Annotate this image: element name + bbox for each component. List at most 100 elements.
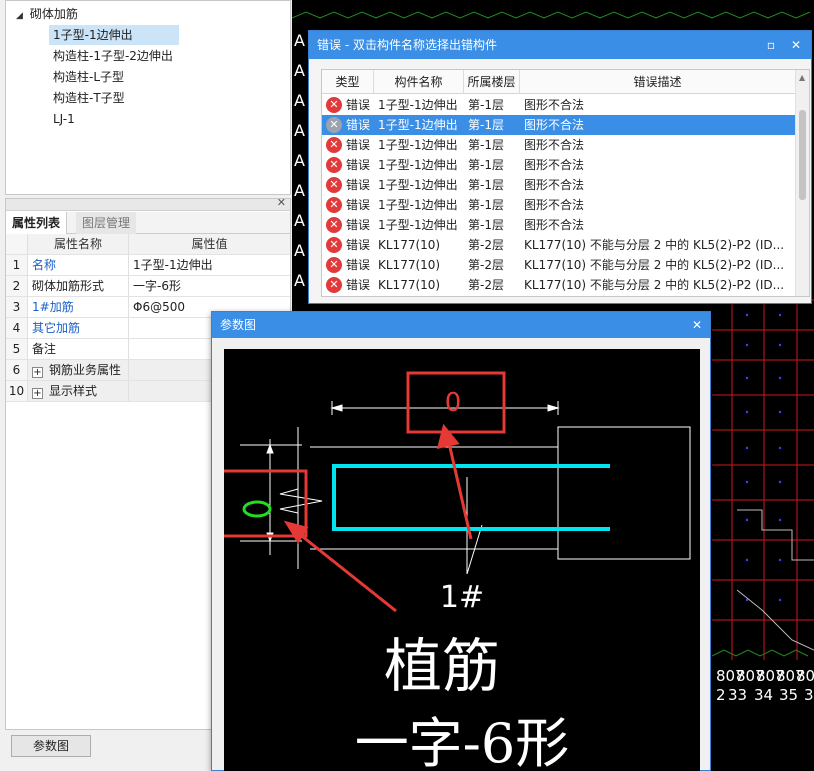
param-dialog-title: 参数图	[220, 318, 257, 332]
error-type: 错误	[346, 98, 371, 112]
property-row[interactable]: 2 砌体加筋形式 一字-6形	[6, 276, 290, 297]
column-header-value: 属性值	[191, 237, 228, 251]
property-row[interactable]: 1 名称 1子型-1边伸出	[6, 255, 290, 276]
expand-plus-icon[interactable]: +	[32, 367, 43, 378]
error-row[interactable]: ✕ 错误 KL177(10) 第-2层 KL177(10) 不能与分层 2 中的 KL5…	[322, 255, 795, 275]
tree-item-label: 构造柱-T子型	[53, 91, 125, 105]
scroll-up-icon[interactable]: ▲	[799, 73, 805, 82]
error-list-header: 类型 构件名称 所属楼层 错误描述	[322, 70, 795, 94]
param-diagram-canvas: 0 1# 植筋 一字-6形	[224, 349, 700, 771]
error-icon: ✕	[326, 237, 342, 253]
row-number: 4	[6, 318, 28, 338]
property-tabs: 属性列表 图层管理	[6, 212, 290, 234]
error-list: 类型 构件名称 所属楼层 错误描述 ✕ 错误 1子型-1边伸出 第-1层 图形不合法 ✕ 错…	[321, 69, 810, 297]
error-row[interactable]: ✕ 错误 1子型-1边伸出 第-1层 图形不合法	[322, 155, 795, 175]
dimension-value: 0	[445, 388, 462, 418]
tree-item[interactable]: 构造柱-1子型-2边伸出	[49, 46, 177, 66]
error-dialog-titlebar[interactable]: 错误 - 双击构件名称选择出错构件 ▫ ✕	[309, 31, 811, 59]
rebar-label: 1#	[440, 580, 484, 615]
column-header-type: 类型	[322, 70, 374, 94]
expand-plus-icon[interactable]: +	[32, 388, 43, 399]
error-row[interactable]: ✕ 错误 1子型-1边伸出 第-1层 图形不合法	[322, 215, 795, 235]
rebar-line	[332, 464, 610, 531]
error-type: 错误	[346, 198, 371, 212]
error-description: 图形不合法	[524, 198, 585, 212]
row-number: 2	[6, 276, 28, 296]
header-num-cell	[6, 234, 28, 254]
error-component-name[interactable]: KL177(10)	[378, 255, 466, 275]
tab-layer-management[interactable]: 图层管理	[76, 212, 137, 234]
axis-label-bottom: 3	[804, 686, 814, 704]
error-component-name[interactable]: KL177(10)	[378, 275, 466, 295]
rebar-diagram: 0 1# 植筋 一字-6形	[224, 371, 691, 771]
tree-root-label: 砌体加筋	[29, 7, 78, 21]
param-diagram-button[interactable]: 参数图	[11, 735, 91, 757]
error-floor: 第-2层	[468, 258, 504, 272]
property-name: 名称	[28, 255, 129, 275]
property-value[interactable]: 1子型-1边伸出	[129, 255, 290, 275]
error-icon: ✕	[326, 217, 342, 233]
row-number: 3	[6, 297, 28, 317]
vertical-scrollbar[interactable]: ▲	[795, 70, 809, 296]
maximize-icon[interactable]: ▫	[767, 31, 775, 59]
row-number: 1	[6, 255, 28, 275]
error-component-name[interactable]: 1子型-1边伸出	[378, 155, 466, 175]
tree-root-node[interactable]: ◢ 砌体加筋	[16, 4, 78, 24]
property-name: 其它加筋	[28, 318, 129, 338]
property-table-header: 属性名称 属性值	[6, 234, 290, 255]
rebar-section-circle	[242, 500, 272, 518]
row-number: 6	[6, 360, 28, 380]
column-header-name: 属性名称	[28, 234, 129, 254]
error-icon: ✕	[326, 157, 342, 173]
error-dialog: 错误 - 双击构件名称选择出错构件 ▫ ✕ 类型 构件名称 所属楼层 错误描述 …	[308, 30, 812, 304]
error-row[interactable]: ✕ 错误 1子型-1边伸出 第-1层 图形不合法	[322, 115, 795, 135]
error-row[interactable]: ✕ 错误 1子型-1边伸出 第-1层 图形不合法	[322, 95, 795, 115]
tree-item[interactable]: 1子型-1边伸出	[49, 25, 179, 45]
property-value[interactable]: 一字-6形	[129, 276, 290, 296]
close-icon[interactable]: ✕	[791, 31, 801, 59]
error-component-name[interactable]: 1子型-1边伸出	[378, 215, 466, 235]
error-component-name[interactable]: 1子型-1边伸出	[378, 175, 466, 195]
column-header-name: 构件名称	[374, 70, 464, 94]
tree-item-label: 1子型-1边伸出	[53, 28, 133, 42]
param-dialog-titlebar[interactable]: 参数图 ✕	[212, 312, 710, 338]
error-description: 图形不合法	[524, 218, 585, 232]
error-component-name[interactable]: 1子型-1边伸出	[378, 95, 466, 115]
error-row[interactable]: ✕ 错误 1子型-1边伸出 第-1层 图形不合法	[322, 175, 795, 195]
error-row[interactable]: ✕ 错误 1子型-1边伸出 第-1层 图形不合法	[322, 195, 795, 215]
tree-item[interactable]: 构造柱-L子型	[49, 67, 128, 87]
axis-label-bottom: 35	[779, 686, 798, 704]
property-name: 备注	[28, 339, 129, 359]
tab-property-list[interactable]: 属性列表	[6, 212, 68, 234]
error-icon: ✕	[326, 97, 342, 113]
tree-item-label: 构造柱-1子型-2边伸出	[53, 49, 173, 63]
error-component-name[interactable]: 1子型-1边伸出	[378, 115, 466, 135]
close-icon[interactable]: ✕	[692, 312, 702, 338]
error-row[interactable]: ✕ 错误 KL177(10) 第-2层 KL177(10) 不能与分层 2 中的 KL5…	[322, 275, 795, 295]
error-floor: 第-1层	[468, 118, 504, 132]
svg-text:A: A	[294, 91, 305, 110]
error-row[interactable]: ✕ 错误 KL177(10) 第-2层 KL177(10) 不能与分层 2 中的 KL5…	[322, 235, 795, 255]
svg-text:A: A	[294, 271, 305, 290]
error-component-name[interactable]: 1子型-1边伸出	[378, 195, 466, 215]
svg-text:A: A	[294, 31, 305, 50]
axis-label-bottom: 34	[754, 686, 773, 704]
error-type: 错误	[346, 158, 371, 172]
error-type: 错误	[346, 238, 371, 252]
svg-text:A: A	[294, 151, 305, 170]
close-icon[interactable]: ✕	[277, 196, 286, 209]
error-floor: 第-2层	[468, 238, 504, 252]
error-type: 错误	[346, 138, 371, 152]
error-component-name[interactable]: KL177(10)	[378, 235, 466, 255]
scrollbar-thumb[interactable]	[799, 110, 806, 200]
collapse-triangle-icon[interactable]: ◢	[16, 6, 26, 26]
error-component-name[interactable]: 1子型-1边伸出	[378, 135, 466, 155]
error-description: 图形不合法	[524, 178, 585, 192]
property-name: + 显示样式	[28, 381, 129, 401]
tree-item[interactable]: LJ-1	[49, 109, 79, 129]
error-row[interactable]: ✕ 错误 1子型-1边伸出 第-1层 图形不合法	[322, 135, 795, 155]
tree-item[interactable]: 构造柱-T子型	[49, 88, 129, 108]
svg-text:A: A	[294, 211, 305, 230]
svg-text:A: A	[294, 241, 305, 260]
cad-axis-labels: 807 807 807 807 807 2 33 34 35 3	[716, 667, 814, 704]
